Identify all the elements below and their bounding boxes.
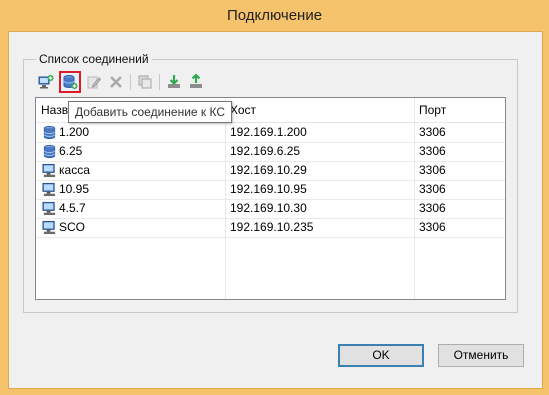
- cell-port: 3306: [419, 182, 446, 196]
- add-connection-icon: [38, 75, 54, 89]
- table-row[interactable]: SCO 192.169.10.235 3306: [36, 218, 505, 238]
- copy-icon: [138, 75, 152, 89]
- table-row[interactable]: касса 192.169.10.29 3306: [36, 161, 505, 181]
- edit-icon: [87, 76, 102, 89]
- title-bar[interactable]: Подключение: [0, 0, 549, 32]
- window-title: Подключение: [226, 7, 323, 24]
- cell-host: 192.169.10.30: [230, 201, 307, 215]
- delete-icon: [110, 76, 122, 88]
- cell-port: 3306: [419, 125, 446, 139]
- copy-connection-button[interactable]: [135, 72, 155, 92]
- table-row[interactable]: 6.25 192.169.6.25 3306: [36, 142, 505, 162]
- add-db-connection-icon: [63, 75, 78, 89]
- cell-host: 192.169.10.235: [230, 220, 314, 234]
- cell-host: 192.169.6.25: [230, 144, 301, 158]
- edit-connection-button[interactable]: [84, 72, 104, 92]
- cell-host: 192.169.10.95: [230, 182, 307, 196]
- add-db-connection-button[interactable]: [59, 71, 81, 93]
- table-row[interactable]: 1.200 192.169.1.200 3306: [36, 123, 505, 143]
- table-row[interactable]: 10.95 192.169.10.95 3306: [36, 180, 505, 200]
- cell-name: 10.95: [59, 182, 90, 196]
- import-connections-button[interactable]: [164, 72, 184, 92]
- import-icon: [168, 75, 180, 88]
- export-connections-button[interactable]: [186, 72, 206, 92]
- export-icon: [190, 74, 202, 88]
- cell-port: 3306: [419, 163, 446, 177]
- cell-name: SCO: [59, 220, 86, 234]
- column-header-host[interactable]: Хост: [225, 98, 414, 122]
- toolbar-separator: [130, 74, 131, 90]
- cell-host: 192.169.10.29: [230, 163, 307, 177]
- cancel-button[interactable]: Отменить: [438, 344, 524, 367]
- cell-name: 4.5.7: [59, 201, 86, 215]
- cell-name: 6.25: [59, 144, 83, 158]
- delete-connection-button[interactable]: [106, 72, 126, 92]
- add-connection-button[interactable]: [36, 72, 56, 92]
- connections-group-label: Список соединений: [36, 52, 152, 66]
- table-row[interactable]: 4.5.7 192.169.10.30 3306: [36, 199, 505, 219]
- cell-host: 192.169.1.200: [230, 125, 307, 139]
- cell-name: касса: [59, 163, 90, 177]
- cell-name: 1.200: [59, 125, 90, 139]
- cell-port: 3306: [419, 201, 446, 215]
- connections-list[interactable]: Назв Хост Порт 1.200 192.169.1.200 3306 6.2…: [35, 97, 506, 300]
- connection-dialog: Подключение Список соединений Назв Хост …: [0, 0, 549, 395]
- column-header-port[interactable]: Порт: [414, 98, 505, 122]
- tooltip: Добавить соединение к КС: [68, 101, 233, 123]
- cell-port: 3306: [419, 144, 446, 158]
- toolbar-separator: [159, 74, 160, 90]
- cell-port: 3306: [419, 220, 446, 234]
- ok-button[interactable]: OK: [338, 344, 424, 367]
